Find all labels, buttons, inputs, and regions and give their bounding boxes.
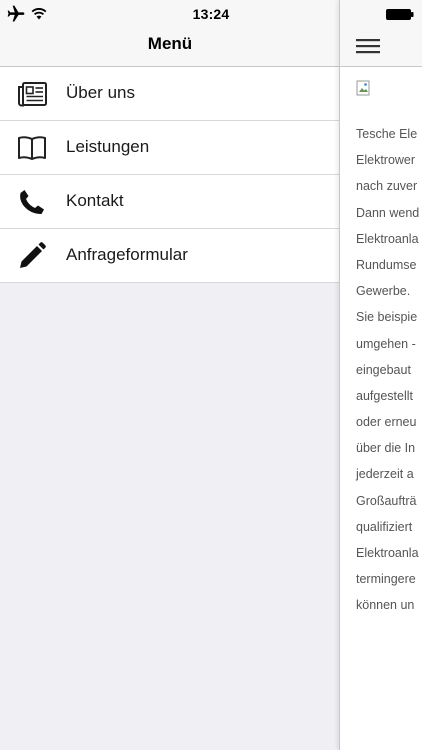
content-body-text: Tesche Ele Elektrower nach zuver Dann we…: [356, 121, 422, 619]
menu-item-label: Leistungen: [66, 137, 150, 156]
text-line: umgehen -: [356, 336, 416, 351]
menu-item-kontakt[interactable]: Kontakt: [0, 175, 340, 229]
text-line: Dann wend: [356, 205, 420, 220]
content-navbar: [340, 28, 422, 67]
side-drawer: 13:24 Menü Über uns Leistungen Kontakt A…: [0, 0, 340, 750]
text-line: Gewerbe.: [356, 284, 411, 299]
menu-list: Über uns Leistungen Kontakt Anfrageformu…: [0, 67, 340, 283]
text-line: Rundumse: [356, 257, 417, 272]
text-line: Tesche Ele: [356, 127, 418, 141]
pencil-icon: [20, 242, 46, 268]
menu-item-anfrageformular[interactable]: Anfrageformular: [0, 229, 340, 283]
text-line: über die In: [356, 441, 416, 456]
text-line: Elektroanla: [356, 546, 419, 560]
text-line: aufgestellt: [356, 388, 413, 403]
content-panel[interactable]: Tesche Ele Elektrower nach zuver Dann we…: [339, 0, 422, 750]
menu-item-leistungen[interactable]: Leistungen: [0, 121, 340, 175]
newspaper-icon: [18, 82, 47, 107]
status-bar: 13:24: [0, 0, 340, 28]
text-line: nach zuver: [356, 179, 418, 194]
text-line: eingebaut: [356, 362, 411, 377]
text-line: termingere: [356, 572, 416, 587]
text-line: oder erneu: [356, 415, 417, 430]
phone-icon: [20, 190, 44, 214]
menu-item-ueber-uns[interactable]: Über uns: [0, 67, 340, 121]
hamburger-icon[interactable]: [356, 36, 380, 56]
text-line: Elektrower: [356, 153, 416, 168]
menu-item-label: Über uns: [66, 83, 135, 102]
battery-icon: [386, 9, 414, 20]
drawer-title: Menü: [147, 34, 193, 53]
text-line: können un: [356, 598, 415, 613]
text-line: Großaufträ: [356, 493, 417, 508]
broken-image-icon: [356, 80, 370, 96]
text-line: Sie beispie: [356, 310, 418, 325]
status-bar-right: [340, 0, 422, 28]
text-line: jederzeit a: [356, 467, 414, 482]
book-icon: [18, 136, 46, 160]
drawer-header: Menü: [0, 28, 340, 67]
text-line: qualifiziert: [356, 519, 413, 534]
menu-item-label: Kontakt: [66, 191, 124, 210]
text-line: Elektroanla: [356, 231, 419, 246]
menu-item-label: Anfrageformular: [66, 245, 188, 264]
